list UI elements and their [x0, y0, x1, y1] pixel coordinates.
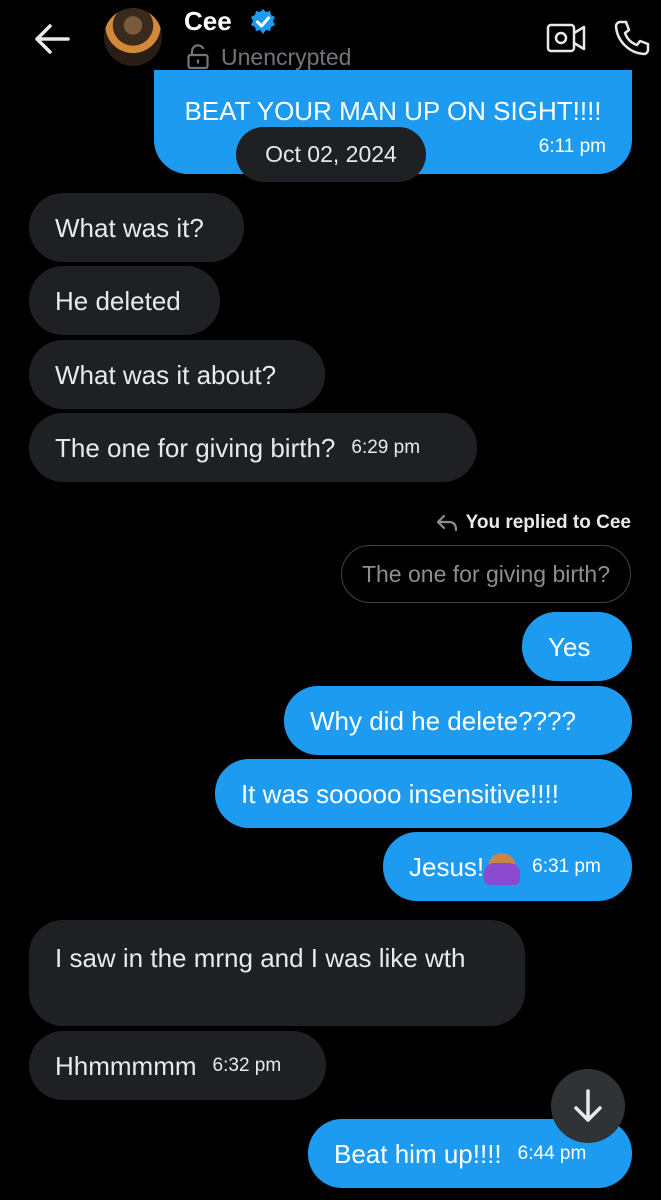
message-time: 6:29 pm — [351, 436, 421, 458]
message-text: Beat him up!!!! — [334, 1138, 502, 1169]
message-incoming[interactable]: Hhmmmmm 6:32 pm — [29, 1031, 326, 1100]
scroll-to-bottom-button[interactable] — [551, 1069, 625, 1143]
verified-badge-icon — [249, 8, 277, 36]
avatar[interactable] — [104, 8, 162, 66]
message-text: Jesus! — [409, 851, 485, 882]
message-time: 6:32 pm — [212, 1054, 282, 1076]
message-outgoing[interactable]: Jesus! 6:31 pm — [383, 832, 632, 901]
message-text: Why did he delete???? — [310, 705, 576, 736]
message-text: Yes — [548, 631, 591, 662]
message-text: What was it? — [55, 212, 204, 243]
message-incoming[interactable]: What was it? — [29, 193, 244, 262]
message-text: The one for giving birth? — [55, 432, 336, 463]
message-outgoing[interactable]: Why did he delete???? — [284, 686, 632, 755]
woman-facepalming-emoji-icon — [484, 852, 521, 885]
phone-call-icon[interactable] — [612, 18, 652, 58]
reply-arrow-icon — [436, 514, 457, 532]
message-text: What was it about? — [55, 359, 277, 390]
message-outgoing[interactable]: It was sooooo insensitive!!!! — [215, 759, 632, 828]
message-incoming[interactable]: I saw in the mrng and I was like wth — [29, 920, 525, 1026]
message-text: It was sooooo insensitive!!!! — [241, 778, 559, 809]
message-time: 6:44 pm — [517, 1142, 587, 1164]
reply-quote[interactable]: The one for giving birth? — [341, 545, 631, 603]
message-incoming[interactable]: What was it about? — [29, 340, 325, 409]
message-text: Hhmmmmm — [55, 1050, 197, 1081]
arrow-down-icon — [574, 1089, 602, 1122]
reply-label-text: You replied to Cee — [465, 512, 631, 533]
video-call-icon[interactable] — [546, 20, 586, 56]
encryption-status: Unencrypted — [221, 44, 352, 70]
message-text: I saw in the mrng and I was like wth — [55, 943, 466, 973]
message-text: BEAT YOUR MAN UP ON SIGHT!!!! — [184, 96, 602, 126]
message-time: 6:11 pm — [538, 136, 606, 157]
date-separator: Oct 02, 2024 — [236, 127, 426, 182]
contact-name[interactable]: Cee — [184, 6, 232, 37]
message-incoming[interactable]: The one for giving birth? 6:29 pm — [29, 413, 477, 482]
message-text: He deleted — [55, 285, 181, 316]
message-time: 6:31 pm — [532, 855, 601, 877]
back-arrow-icon[interactable] — [34, 22, 72, 56]
lock-open-icon — [186, 44, 210, 70]
reply-indicator: You replied to Cee — [436, 512, 631, 534]
message-outgoing[interactable]: Yes — [522, 612, 632, 681]
message-incoming[interactable]: He deleted — [29, 266, 220, 335]
